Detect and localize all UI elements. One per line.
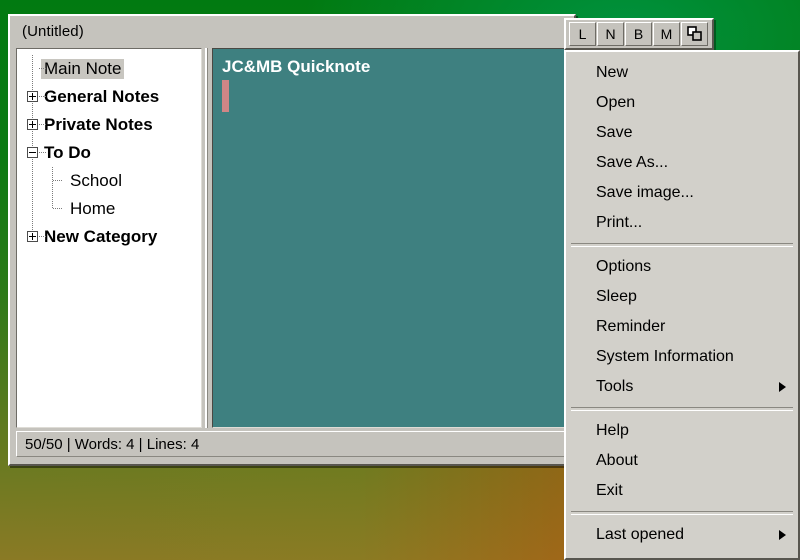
menu-item[interactable]: Sleep bbox=[566, 282, 798, 312]
collapse-node-icon[interactable] bbox=[27, 147, 38, 158]
window-body: Main Note General Notes Private Notes To Do… bbox=[16, 48, 568, 428]
note-tree-panel[interactable]: Main Note General Notes Private Notes To Do… bbox=[16, 48, 202, 428]
application-window: (Untitled) Main Note General Notes Private… bbox=[8, 14, 576, 466]
tree-item[interactable]: School bbox=[17, 167, 201, 195]
status-bar-text: 50/50 | Words: 4 | Lines: 4 bbox=[25, 435, 200, 453]
toolbar-button-label: N bbox=[605, 26, 616, 42]
text-caret bbox=[222, 80, 229, 112]
tree-item[interactable]: General Notes bbox=[17, 83, 201, 111]
tree-connector-line bbox=[32, 55, 33, 83]
tree-connector-line bbox=[53, 208, 63, 209]
tree-item[interactable]: New Category bbox=[17, 223, 201, 251]
tree-item[interactable]: To Do bbox=[17, 139, 201, 167]
editor-text: JC&MB Quicknote bbox=[222, 57, 371, 76]
menu-item[interactable]: Save bbox=[566, 118, 798, 148]
toolbar-button-label: M bbox=[660, 26, 673, 42]
tree-connector-line bbox=[53, 180, 63, 181]
tree-item[interactable]: Private Notes bbox=[17, 111, 201, 139]
menu-item[interactable]: Open bbox=[566, 88, 798, 118]
menu-item[interactable]: Last opened bbox=[566, 520, 798, 550]
menu-item-label: Help bbox=[596, 422, 629, 439]
submenu-arrow-icon bbox=[779, 530, 786, 540]
title-bar[interactable]: (Untitled) bbox=[10, 16, 574, 46]
tree-indent bbox=[41, 195, 67, 223]
menu-item[interactable]: Help bbox=[566, 416, 798, 446]
tree-indent bbox=[41, 167, 67, 195]
expand-node-icon[interactable] bbox=[27, 119, 38, 130]
tile-windows-icon bbox=[686, 26, 702, 41]
toolbar-button-label: B bbox=[633, 26, 644, 42]
menu-item-label: Print... bbox=[596, 214, 643, 231]
desktop-background: (Untitled) Main Note General Notes Private… bbox=[0, 0, 800, 560]
menu-item[interactable]: Exit bbox=[566, 476, 798, 506]
menu-item-label: Open bbox=[596, 94, 636, 111]
menu-item-label: Sleep bbox=[596, 288, 637, 305]
window-title: (Untitled) bbox=[22, 22, 84, 40]
toolbar-button-l[interactable]: L bbox=[569, 22, 596, 46]
tree-connector-line bbox=[39, 124, 47, 125]
menu-item-label: New bbox=[596, 64, 629, 81]
menu-item-label: Exit bbox=[596, 482, 623, 499]
toolbar-button-b[interactable]: B bbox=[625, 22, 652, 46]
menu-item-label: Save As... bbox=[596, 154, 669, 171]
tree-item-label: School bbox=[70, 171, 122, 190]
tree-item-label: To Do bbox=[44, 143, 91, 162]
menu-item[interactable]: Save image... bbox=[566, 178, 798, 208]
menu-item[interactable]: System Information bbox=[566, 342, 798, 372]
tree-connector-line bbox=[32, 195, 33, 223]
menu-item[interactable]: Reminder bbox=[566, 312, 798, 342]
menu-item-label: About bbox=[596, 452, 638, 469]
menu-item[interactable]: About bbox=[566, 446, 798, 476]
tree-item[interactable]: Home bbox=[17, 195, 201, 223]
menu-item[interactable]: Options bbox=[566, 252, 798, 282]
tree-item-label: General Notes bbox=[44, 87, 160, 106]
tree-connector-line bbox=[52, 167, 53, 195]
tree-gutter bbox=[25, 139, 47, 167]
menu-item-label: Tools bbox=[596, 378, 634, 395]
menu-item[interactable]: New bbox=[566, 58, 798, 88]
tile-windows-button[interactable] bbox=[681, 22, 708, 46]
tree-item-label: Home bbox=[70, 199, 116, 218]
tree-connector-line bbox=[39, 152, 47, 153]
tree-item-label: Main Note bbox=[41, 59, 125, 79]
main-dropdown-menu: New Open Save Save As... Save image... Print.… bbox=[564, 50, 800, 560]
tree-connector-line bbox=[39, 236, 47, 237]
note-editor[interactable]: JC&MB Quicknote bbox=[212, 48, 568, 428]
menu-item-label: Options bbox=[596, 258, 652, 275]
submenu-arrow-icon bbox=[779, 382, 786, 392]
tree-connector-line bbox=[52, 195, 53, 209]
menu-item[interactable]: Save As... bbox=[566, 148, 798, 178]
menu-item-label: Save bbox=[596, 124, 633, 141]
tree-connector-line bbox=[39, 68, 47, 69]
tree-item[interactable]: Main Note bbox=[17, 55, 201, 83]
toolbar: L N BM bbox=[564, 18, 714, 50]
menu-item[interactable]: Tools bbox=[566, 372, 798, 402]
menu-item-label: Last opened bbox=[596, 526, 685, 543]
tree-connector-line bbox=[32, 167, 33, 195]
tree-gutter bbox=[25, 223, 47, 251]
tree-gutter bbox=[25, 55, 47, 83]
tree-gutter bbox=[25, 167, 41, 195]
status-bar: 50/50 | Words: 4 | Lines: 4 bbox=[16, 431, 568, 457]
menu-separator bbox=[571, 511, 793, 515]
tree-gutter bbox=[25, 195, 41, 223]
tree-item-label: Private Notes bbox=[44, 115, 153, 134]
menu-item[interactable]: Print... bbox=[566, 208, 798, 238]
toolbar-button-n[interactable]: N bbox=[597, 22, 624, 46]
menu-item-label: Reminder bbox=[596, 318, 666, 335]
toolbar-button-label: L bbox=[578, 26, 587, 42]
menu-item-label: Save image... bbox=[596, 184, 694, 201]
menu-separator bbox=[571, 243, 793, 247]
tree-item-label: New Category bbox=[44, 227, 158, 246]
tree-gutter bbox=[25, 111, 47, 139]
menu-item-label: System Information bbox=[596, 348, 734, 365]
panel-splitter[interactable] bbox=[202, 48, 212, 428]
expand-node-icon[interactable] bbox=[27, 231, 38, 242]
menu-separator bbox=[571, 407, 793, 411]
tree-connector-line bbox=[39, 96, 47, 97]
tree-gutter bbox=[25, 83, 47, 111]
expand-node-icon[interactable] bbox=[27, 91, 38, 102]
toolbar-button-m[interactable]: M bbox=[653, 22, 680, 46]
